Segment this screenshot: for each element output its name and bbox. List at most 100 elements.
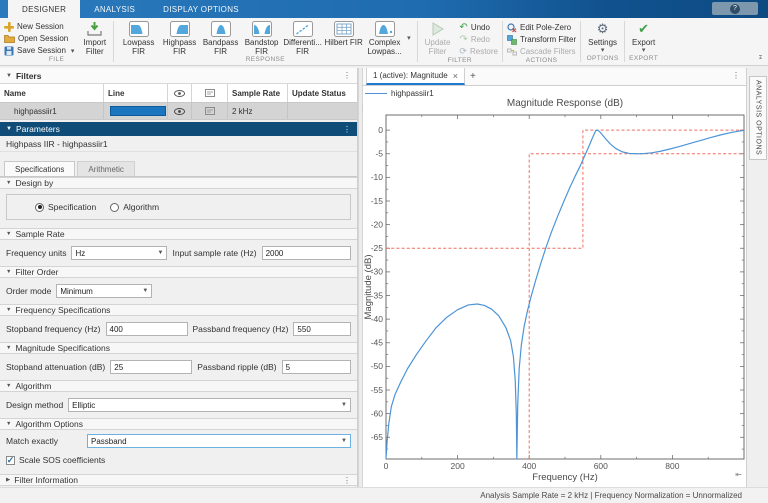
save-dropdown-caret[interactable]: ▾ (69, 47, 77, 55)
annotation-icon (204, 107, 215, 115)
complex-lowpass-button[interactable]: Complex Lowpas... (364, 20, 405, 56)
tab-analysis[interactable]: ANALYSIS (80, 0, 149, 18)
ribbon: New Session Open Session Save Session ▾ (0, 18, 768, 66)
filter-information-header[interactable]: ▶ Filter Information ⋮ (0, 474, 357, 486)
order-mode-dropdown[interactable]: Minimum ▼ (56, 284, 153, 298)
parameters-tabs: Specifications Arithmetic (0, 161, 357, 177)
collapse-triangle-icon: ▼ (6, 231, 12, 237)
sample-rate-label: Sample Rate (15, 229, 65, 239)
tab-display-options[interactable]: DISPLAY OPTIONS (149, 0, 253, 18)
line-color-swatch[interactable] (110, 106, 166, 116)
analysis-options-tab[interactable]: ANALYSIS OPTIONS (749, 76, 767, 160)
input-sample-rate-field[interactable]: 2000 (261, 246, 351, 260)
help-button[interactable]: ? (712, 2, 758, 15)
bandstop-icon (251, 21, 272, 37)
filter-order-header[interactable]: ▼ Filter Order (0, 266, 357, 278)
transform-filter-button[interactable]: Transform Filter (507, 34, 576, 45)
svg-text:0: 0 (378, 125, 383, 135)
new-session-label: New Session (17, 22, 64, 31)
response-gallery-caret[interactable]: ▾ (405, 34, 413, 42)
cascade-filters-button[interactable]: Cascade Filters (506, 46, 576, 57)
stopband-attenuation-value: 25 (114, 362, 124, 372)
complex-label2: Lowpas... (367, 47, 402, 57)
frequency-units-dropdown[interactable]: Hz ▼ (71, 246, 168, 260)
redo-button[interactable]: ↷ Redo (459, 34, 498, 45)
save-session-button[interactable]: Save Session ▾ (4, 45, 76, 56)
differentiator-fir-button[interactable]: Differenti... FIR (282, 20, 323, 56)
edit-pole-zero-button[interactable]: Edit Pole-Zero (507, 22, 576, 33)
update-label1: Update (424, 38, 451, 47)
passband-frequency-field[interactable]: 550 (293, 322, 351, 336)
svg-text:-25: -25 (371, 243, 384, 253)
new-session-button[interactable]: New Session (4, 21, 76, 32)
filter-designer-app: DESIGNER ANALYSIS DISPLAY OPTIONS ? New … (0, 0, 768, 503)
stopband-frequency-field[interactable]: 400 (105, 322, 188, 336)
design-by-header[interactable]: ▼ Design by (0, 177, 357, 189)
design-method-value: Elliptic (72, 400, 96, 410)
magnitude-figure-tab[interactable]: 1 (active): Magnitude × (366, 68, 465, 85)
open-session-button[interactable]: Open Session (4, 33, 76, 44)
filter-line-cell[interactable] (104, 103, 168, 119)
passband-ripple-field[interactable]: 5 (281, 360, 351, 374)
collapse-ribbon-button[interactable]: ▴ (758, 55, 762, 61)
col-sample-rate: Sample Rate (228, 84, 288, 102)
filter-information-kebab-icon[interactable]: ⋮ (343, 476, 351, 485)
algorithm-options-header[interactable]: ▼ Algorithm Options (0, 418, 357, 430)
status-bar: Analysis Sample Rate = 2 kHz | Frequency… (0, 487, 768, 503)
differentiator-icon (292, 21, 313, 37)
undo-button[interactable]: ↶ Undo (459, 22, 498, 33)
bandstop-fir-button[interactable]: Bandstop FIR (241, 20, 282, 56)
frequency-specs-header[interactable]: ▼ Frequency Specifications (0, 304, 357, 316)
lowpass-fir-button[interactable]: Lowpass FIR (118, 20, 159, 56)
chevron-down-icon: ▼ (157, 250, 164, 256)
ribbon-group-filter: Update Filter ↶ Undo ↷ Redo ⟳ Restore FI… (418, 18, 502, 65)
algorithm-header[interactable]: ▼ Algorithm (0, 380, 357, 392)
collapse-triangle-icon: ▼ (6, 383, 12, 389)
restore-button[interactable]: ⟳ Restore (459, 46, 498, 57)
export-button[interactable]: ✔ Export ▾ (629, 20, 658, 55)
magnitude-response-chart[interactable]: 0 200 400 600 8000-5-10-15-20-25-30-35-40-45… (363, 86, 746, 487)
hilbert-fir-button[interactable]: Hilbert FIR (323, 20, 364, 47)
help-icon: ? (730, 3, 740, 14)
radio-specification-label: Specification (48, 202, 97, 212)
tab-arithmetic[interactable]: Arithmetic (77, 161, 135, 176)
parameters-panel-header[interactable]: ▼ Parameters ⋮ (0, 122, 357, 136)
filter-visibility-cell[interactable] (168, 103, 192, 119)
radio-specification[interactable]: Specification (35, 202, 96, 212)
sample-rate-header[interactable]: ▼ Sample Rate (0, 228, 357, 240)
svg-text:-5: -5 (375, 149, 383, 159)
col-visibility (168, 84, 192, 102)
col-update-status: Update Status (292, 88, 346, 98)
stopband-attenuation-field[interactable]: 25 (110, 360, 193, 374)
stopband-frequency-value: 400 (109, 324, 123, 334)
match-exactly-dropdown[interactable]: Passband ▼ (87, 434, 351, 448)
tab-specifications[interactable]: Specifications (4, 161, 76, 176)
figure-kebab-icon[interactable]: ⋮ (732, 71, 740, 80)
new-figure-tab-button[interactable]: + (465, 68, 481, 85)
settings-caret: ▾ (600, 47, 605, 55)
import-filter-button[interactable]: Import Filter (80, 20, 109, 56)
tab-designer[interactable]: DESIGNER (8, 0, 81, 18)
filter-table-row[interactable]: highpassiir1 2 kHz (0, 103, 357, 120)
bandpass-fir-button[interactable]: Bandpass FIR (200, 20, 241, 56)
highpass-label1: Highpass (162, 38, 197, 47)
scale-sos-checkbox-row[interactable]: ✓ Scale SOS coefficients (0, 452, 357, 468)
settings-button[interactable]: ⚙ Settings ▾ (585, 20, 620, 55)
parameters-kebab-icon[interactable]: ⋮ (343, 125, 351, 134)
match-exactly-value: Passband (91, 436, 127, 446)
update-filter-button[interactable]: Update Filter (422, 20, 454, 56)
radio-unselected-icon (110, 202, 120, 212)
radio-algorithm[interactable]: Algorithm (110, 202, 159, 212)
design-method-dropdown[interactable]: Elliptic ▼ (68, 398, 351, 412)
filter-annotation-cell[interactable] (192, 103, 228, 119)
filters-panel-header[interactable]: ▼ Filters ⋮ (0, 68, 357, 84)
lowpass-label1: Lowpass (122, 38, 155, 47)
highpass-fir-button[interactable]: Highpass FIR (159, 20, 200, 56)
x-axis-label: Frequency (Hz) (532, 472, 597, 483)
filters-kebab-icon[interactable]: ⋮ (343, 71, 351, 80)
close-tab-icon[interactable]: × (453, 71, 458, 81)
magnitude-specs-header[interactable]: ▼ Magnitude Specifications (0, 342, 357, 354)
filter-name-cell: highpassiir1 (0, 103, 104, 119)
collapse-panel-icon[interactable]: ⇤ (735, 470, 742, 479)
svg-text:600: 600 (594, 461, 608, 471)
